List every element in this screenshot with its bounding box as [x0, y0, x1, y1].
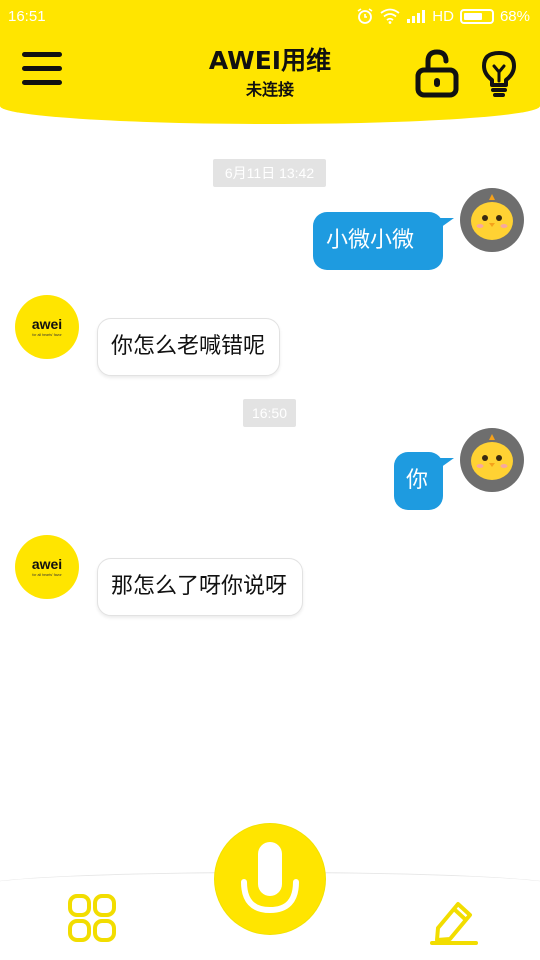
message-bubble-incoming[interactable]: 那怎么了呀你说呀: [97, 558, 303, 616]
awei-logo-text: awei: [32, 556, 62, 572]
avatar[interactable]: [460, 428, 524, 492]
edit-pencil-icon[interactable]: [428, 898, 480, 946]
status-time: 16:51: [8, 7, 46, 25]
page-title: AWEI用维: [208, 46, 332, 75]
wifi-icon: [380, 8, 400, 24]
battery-icon: [459, 8, 494, 24]
awei-logo-text: awei: [32, 316, 62, 332]
connection-status: 未连接: [245, 80, 294, 99]
hamburger-menu-icon[interactable]: [22, 52, 64, 92]
message-bubble-outgoing[interactable]: 小微小微: [313, 212, 443, 270]
chick-avatar-icon: [471, 194, 513, 240]
battery-percent: 68%: [499, 7, 530, 25]
awei-logo-tagline: for all hearts' favor: [32, 573, 62, 577]
microphone-button[interactable]: [215, 824, 325, 934]
status-bar: 16:51 HD 68%: [0, 0, 540, 32]
timestamp: 6月11日 13:42: [213, 159, 326, 187]
signal-icon: [407, 10, 426, 23]
title-block: AWEI用维 未连接: [170, 44, 370, 102]
awei-logo-avatar[interactable]: awei for all hearts' favor: [15, 535, 79, 599]
chick-avatar-icon: [471, 434, 513, 480]
microphone-icon: [241, 842, 299, 914]
message-bubble-incoming[interactable]: 你怎么老喊错呢: [97, 318, 280, 376]
awei-logo-tagline: for all hearts' favor: [32, 333, 62, 337]
avatar[interactable]: [460, 188, 524, 252]
grid-apps-icon[interactable]: [68, 894, 116, 942]
timestamp: 16:50: [243, 399, 296, 427]
alarm-icon: [357, 8, 373, 24]
message-bubble-outgoing[interactable]: 你: [394, 452, 443, 510]
unlock-icon[interactable]: [414, 48, 460, 98]
network-label: HD: [432, 7, 454, 25]
awei-logo-avatar[interactable]: awei for all hearts' favor: [15, 295, 79, 359]
lightbulb-icon[interactable]: [480, 50, 518, 98]
